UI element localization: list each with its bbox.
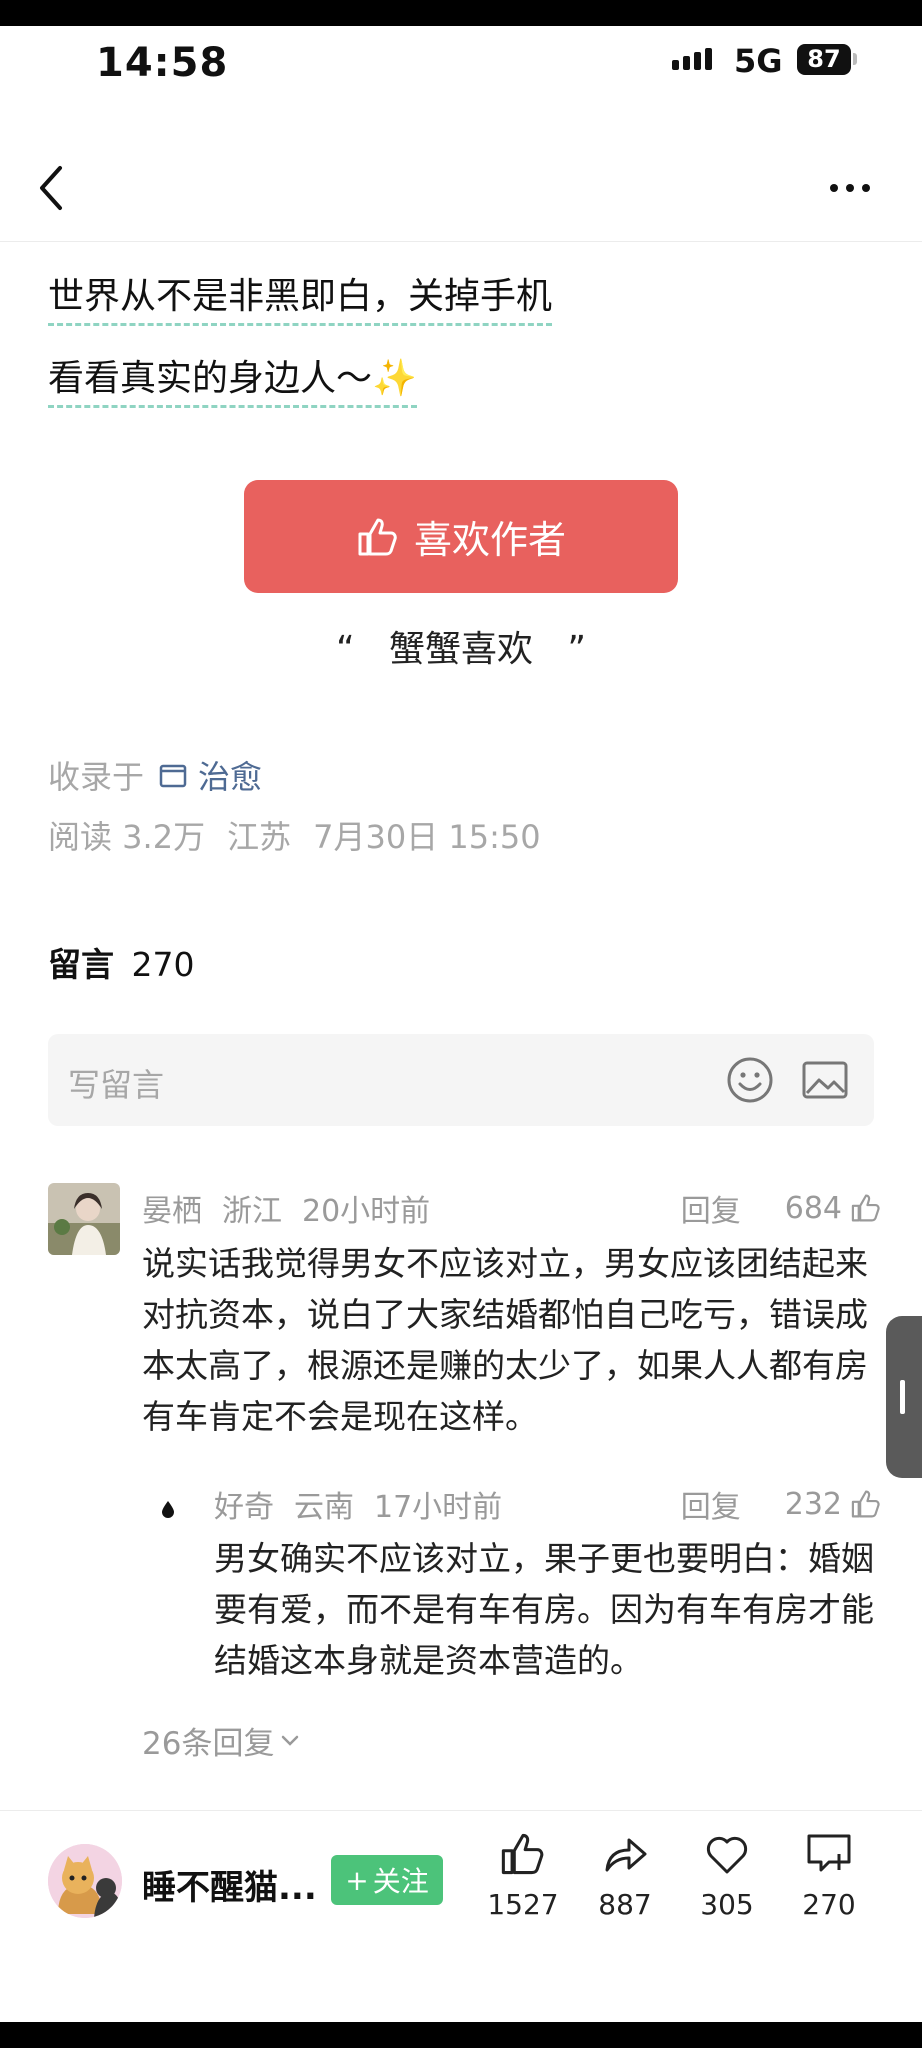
- write-comment-placeholder: 写留言: [68, 1066, 165, 1104]
- reply-actions: 回复 232: [681, 1482, 882, 1526]
- collected-label: 收录于: [48, 758, 145, 796]
- collection-tag[interactable]: 治愈: [158, 752, 262, 798]
- favorite-action[interactable]: 305: [677, 1830, 777, 1921]
- bottom-black-edge: [0, 2022, 922, 2048]
- scroll-handle[interactable]: [886, 1316, 922, 1478]
- comment-location: 浙江: [222, 1194, 282, 1229]
- like-author-button[interactable]: 喜欢作者: [244, 480, 678, 593]
- cat-avatar: [48, 1844, 122, 1918]
- reply-author[interactable]: 好奇: [214, 1482, 274, 1526]
- comment-author[interactable]: 晏栖: [142, 1186, 202, 1230]
- thumbs-up-icon[interactable]: [850, 1192, 882, 1224]
- quote-text: 蟹蟹喜欢: [388, 629, 533, 670]
- share-icon: [605, 1838, 647, 1872]
- like-action[interactable]: 1527: [473, 1830, 573, 1921]
- comment-body: 说实话我觉得男女不应该对立，男女应该团结起来对抗资本，说白了大家结婚都怕自己吃亏…: [142, 1244, 868, 1436]
- quote-close: ”: [567, 629, 586, 670]
- image-icon[interactable]: [801, 1060, 849, 1100]
- article-location: 江苏: [227, 818, 292, 856]
- plus-icon: +: [345, 1863, 369, 1897]
- reply-location: 云南: [294, 1490, 354, 1525]
- comment-header: 晏栖 浙江 20小时前 回复 684: [142, 1186, 882, 1230]
- status-time: 14:58: [96, 40, 229, 86]
- article-line-2-text: 看看真实的身边人～: [48, 358, 373, 399]
- article-text: 世界从不是非黑即白，关掉手机 看看真实的身边人～✨: [48, 262, 888, 426]
- folder-icon: [159, 764, 187, 788]
- like-count: 1527: [487, 1888, 559, 1921]
- comment-action[interactable]: 270: [779, 1830, 879, 1921]
- network-type: 5G: [734, 42, 783, 80]
- favorite-count: 305: [700, 1888, 754, 1921]
- article-meta: 阅读 3.2万 江苏 7月30日 15:50: [48, 812, 541, 858]
- sparkles-emoji: ✨: [372, 358, 417, 399]
- comments-title: 留言 270: [48, 938, 195, 986]
- comments-label: 留言: [48, 945, 114, 984]
- share-count: 887: [598, 1888, 652, 1921]
- reply-reply-button[interactable]: 回复: [681, 1482, 741, 1526]
- thumbs-up-icon: [501, 1833, 544, 1875]
- author-avatar[interactable]: [48, 1844, 122, 1918]
- avatar: [48, 1183, 120, 1255]
- follow-button[interactable]: + 关注: [331, 1855, 443, 1905]
- chevron-left-icon: [40, 166, 62, 210]
- comment-like-count: 684: [784, 1190, 842, 1226]
- reply-header: 好奇 云南 17小时前 回复 232: [214, 1482, 882, 1526]
- thumbs-up-icon: [358, 518, 397, 555]
- signal-icon: [672, 48, 712, 70]
- comment-count: 270: [802, 1888, 856, 1921]
- quote-open: “: [335, 629, 355, 670]
- battery-nub: [853, 53, 857, 65]
- collection-row: 收录于 治愈: [48, 752, 262, 798]
- more-replies-link[interactable]: 26条回复: [142, 1718, 300, 1763]
- more-replies-label: 26条回复: [142, 1726, 275, 1762]
- heart-icon: [706, 1836, 748, 1874]
- write-comment-field[interactable]: 写留言: [48, 1034, 874, 1126]
- reply-author-avatar[interactable]: [161, 1500, 175, 1518]
- author-thanks-quote: “ 蟹蟹喜欢 ”: [0, 620, 922, 672]
- more-dot: [846, 184, 854, 192]
- like-author-label: 喜欢作者: [413, 518, 566, 562]
- author-name[interactable]: 睡不醒猫...: [142, 1860, 317, 1909]
- back-button[interactable]: [30, 160, 74, 216]
- emoji-icon[interactable]: [726, 1056, 774, 1104]
- reply-like-count: 232: [784, 1486, 842, 1522]
- share-action[interactable]: 887: [575, 1830, 675, 1921]
- more-dot: [862, 184, 870, 192]
- bottom-divider: [0, 1810, 922, 1811]
- nav-divider: [0, 241, 922, 242]
- comment-reply-button[interactable]: 回复: [681, 1186, 741, 1230]
- chevron-down-icon: [282, 1735, 299, 1746]
- comment-actions: 回复 684: [681, 1186, 882, 1230]
- thumbs-up-icon[interactable]: [850, 1488, 882, 1520]
- top-black-edge: [0, 0, 922, 26]
- battery-icon: 87: [797, 44, 851, 75]
- reply-time: 17小时前: [374, 1490, 503, 1525]
- comment-add-icon: [807, 1834, 851, 1872]
- comment-avatar[interactable]: [48, 1183, 120, 1255]
- scroll-grip: [900, 1380, 905, 1414]
- read-count: 阅读 3.2万: [48, 818, 206, 856]
- article-line-2: 看看真实的身边人～✨: [48, 353, 417, 408]
- comments-count: 270: [131, 945, 195, 984]
- article-date: 7月30日 15:50: [313, 818, 541, 856]
- follow-label: 关注: [372, 1865, 429, 1898]
- comment-time: 20小时前: [302, 1194, 431, 1229]
- article-line-1: 世界从不是非黑即白，关掉手机: [48, 271, 553, 326]
- reply-body: 男女确实不应该对立，果子更也要明白：婚姻要有爱，而不是有车有房。因为有车有房才能…: [214, 1539, 874, 1680]
- more-button[interactable]: [830, 175, 886, 201]
- more-dot: [830, 184, 838, 192]
- collection-name: 治愈: [198, 758, 263, 796]
